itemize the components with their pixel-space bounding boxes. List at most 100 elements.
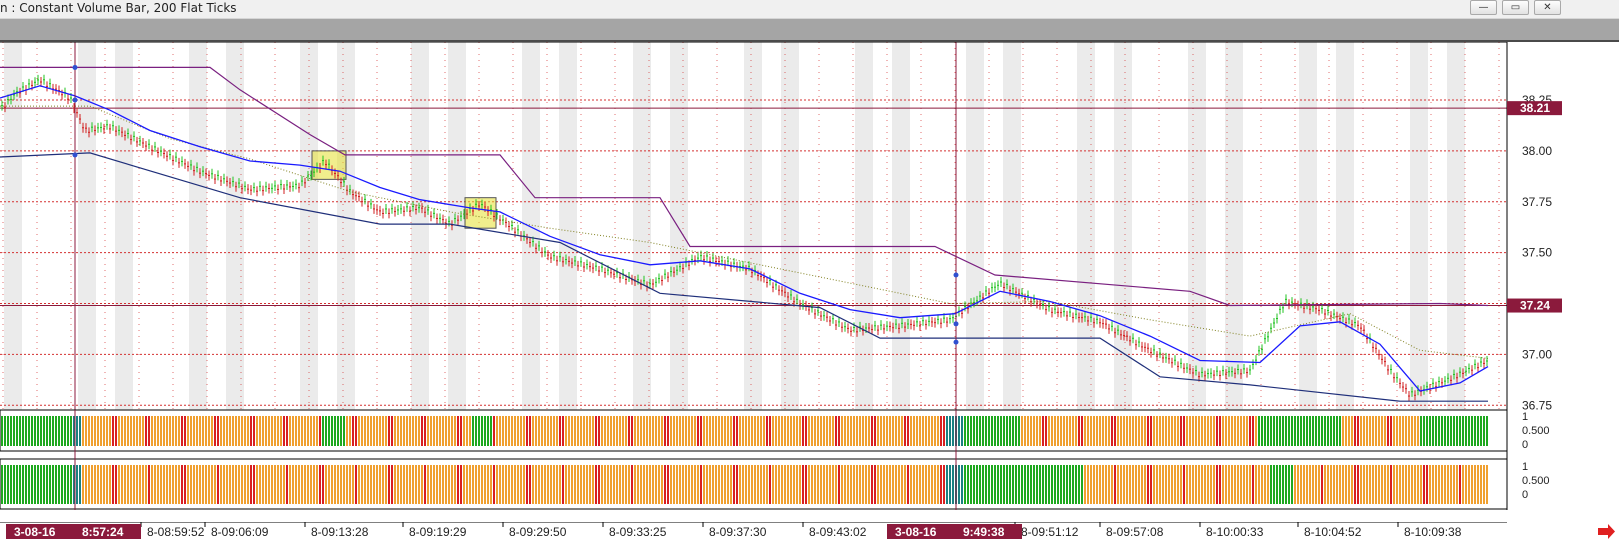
indicator-panel-1-bar bbox=[1360, 416, 1362, 446]
indicator-panel-1-bar bbox=[970, 416, 972, 446]
indicator-panel-2-bar bbox=[1426, 465, 1428, 504]
maximize-button[interactable]: ▭ bbox=[1502, 0, 1529, 15]
indicator-panel-1-bar bbox=[19, 416, 21, 446]
cursor-date-label: 3-08-16 bbox=[895, 525, 937, 539]
indicator-panel-2-bar bbox=[16, 465, 18, 504]
indicator-panel-1-bar bbox=[1336, 416, 1338, 446]
indicator-panel-2-bar bbox=[121, 465, 123, 504]
indicator-panel-1-bar bbox=[334, 416, 336, 446]
indicator-panel-1-bar bbox=[487, 416, 489, 446]
indicator-panel-2-bar bbox=[1051, 465, 1053, 504]
indicator-panel-2-bar bbox=[817, 465, 819, 504]
indicator-panel-1-bar bbox=[478, 416, 480, 446]
indicator-panel-1-bar bbox=[292, 416, 294, 446]
indicator-panel-2-bar bbox=[1135, 465, 1137, 504]
price-tick-label: 37.75 bbox=[1522, 195, 1552, 209]
indicator-panel-1-bar bbox=[328, 416, 330, 446]
indicator-panel-2-bar bbox=[1372, 465, 1374, 504]
indicator-panel-2-bar bbox=[976, 465, 978, 504]
minimize-button[interactable]: — bbox=[1470, 0, 1497, 15]
indicator-panel-1-bar bbox=[1468, 416, 1470, 446]
indicator-panel-1-bar bbox=[406, 416, 408, 446]
indicator-panel-1-bar bbox=[1228, 416, 1230, 446]
indicator-panel-1-bar bbox=[901, 416, 903, 446]
indicator-panel-1-bar bbox=[508, 416, 510, 446]
indicator-panel-1-bar bbox=[235, 416, 237, 446]
indicator-panel-2-bar bbox=[1294, 465, 1296, 504]
indicator-panel-1-bar bbox=[625, 416, 627, 446]
session-stripe bbox=[4, 42, 22, 412]
indicator-panel-1-bar bbox=[193, 416, 195, 446]
indicator-panel-2-bar bbox=[544, 465, 546, 504]
indicator-panel-2-bar bbox=[1357, 465, 1359, 504]
indicator-panel-2-bar bbox=[1243, 465, 1245, 504]
indicator-panel-2-bar bbox=[466, 465, 468, 504]
indicator-panel-1-bar bbox=[1258, 416, 1260, 446]
indicator-panel-1-bar bbox=[34, 416, 36, 446]
indicator-panel-2-bar bbox=[985, 465, 987, 504]
indicator-panel-2-bar bbox=[559, 465, 561, 504]
indicator-panel-1-bar bbox=[76, 416, 78, 446]
session-stripe bbox=[189, 42, 207, 412]
indicator-panel-2-bar bbox=[1177, 465, 1179, 504]
indicator-panel-2-bar bbox=[1180, 465, 1182, 504]
indicator-panel-1-bar bbox=[1483, 416, 1485, 446]
indicator-panel-2-bar bbox=[925, 465, 927, 504]
indicator-panel-2-bar bbox=[679, 465, 681, 504]
indicator-panel-1-bar bbox=[358, 416, 360, 446]
indicator-panel-2-bar bbox=[340, 465, 342, 504]
indicator-panel-1-bar bbox=[529, 416, 531, 446]
indicator-panel-2-bar bbox=[1345, 465, 1347, 504]
indicator-panel-1-bar bbox=[979, 416, 981, 446]
close-button[interactable]: ✕ bbox=[1534, 0, 1561, 15]
indicator-panel-1-bar bbox=[100, 416, 102, 446]
indicator-panel-2-bar bbox=[703, 465, 705, 504]
indicator-panel-2-bar bbox=[427, 465, 429, 504]
indicator-panel-2-bar bbox=[1246, 465, 1248, 504]
indicator-panel-2-bar bbox=[829, 465, 831, 504]
indicator-panel-2-bar bbox=[1420, 465, 1422, 504]
indicator-panel-1-bar bbox=[919, 416, 921, 446]
indicator-panel-2-bar bbox=[859, 465, 861, 504]
cursor-marker bbox=[72, 64, 78, 70]
indicator-panel-1-bar bbox=[367, 416, 369, 446]
indicator-panel-1-bar bbox=[661, 416, 663, 446]
price-chart[interactable]: 38.2538.0037.7537.5037.2537.0036.7538.21… bbox=[0, 42, 1619, 522]
indicator-panel-1-bar bbox=[400, 416, 402, 446]
indicator-panel-2-bar bbox=[1228, 465, 1230, 504]
indicator-panel-2-bar bbox=[238, 465, 240, 504]
indicator-panel-2-bar bbox=[193, 465, 195, 504]
indicator-panel-1-bar bbox=[928, 416, 930, 446]
indicator-panel-2-bar bbox=[1402, 465, 1404, 504]
indicator-panel-2-bar bbox=[970, 465, 972, 504]
indicator-panel-2-bar bbox=[1273, 465, 1275, 504]
indicator-panel-2-bar bbox=[1189, 465, 1191, 504]
indicator-panel-1-bar bbox=[1357, 416, 1359, 446]
indicator-panel-1-bar bbox=[79, 416, 81, 446]
indicator-panel-2-bar bbox=[892, 465, 894, 504]
indicator-panel-2-bar bbox=[40, 465, 42, 504]
indicator-panel-1-bar bbox=[736, 416, 738, 446]
indicator-panel-2-bar bbox=[625, 465, 627, 504]
indicator-panel-2-bar bbox=[1465, 465, 1467, 504]
indicator-panel-2-bar bbox=[223, 465, 225, 504]
indicator-panel-2-bar bbox=[64, 465, 66, 504]
indicator-panel-2-bar bbox=[571, 465, 573, 504]
minimize-icon: — bbox=[1478, 2, 1489, 13]
indicator-panel-1-bar bbox=[1174, 416, 1176, 446]
indicator-panel-1-bar bbox=[1048, 416, 1050, 446]
indicator-panel-1-bar bbox=[568, 416, 570, 446]
indicator-panel-1-bar bbox=[1288, 416, 1290, 446]
indicator-panel-1-bar bbox=[331, 416, 333, 446]
indicator-panel-1-bar bbox=[1339, 416, 1341, 446]
indicator-panel-1-bar bbox=[781, 416, 783, 446]
indicator-panel-2-bar bbox=[904, 465, 906, 504]
session-stripe bbox=[1299, 42, 1317, 412]
cursor-time-label: 9:49:38 bbox=[963, 525, 1005, 539]
indicator-panel-2-bar bbox=[1222, 465, 1224, 504]
indicator-panel-2-bar bbox=[202, 465, 204, 504]
indicator-panel-2-bar bbox=[1342, 465, 1344, 504]
indicator-panel-1-bar bbox=[862, 416, 864, 446]
indicator-panel-2-bar bbox=[991, 465, 993, 504]
indicator-panel-1-bar bbox=[733, 416, 735, 446]
